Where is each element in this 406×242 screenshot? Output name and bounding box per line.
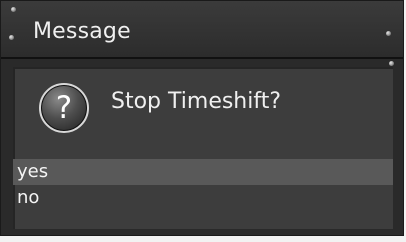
option-list: yes no (13, 159, 393, 211)
screw-icon (389, 61, 394, 66)
dialog-titlebar: Message (1, 1, 403, 59)
dialog-message: Stop Timeshift? (111, 89, 282, 114)
option-yes[interactable]: yes (13, 159, 393, 185)
screw-icon (9, 35, 14, 40)
option-no[interactable]: no (13, 185, 393, 211)
screw-icon (11, 7, 16, 12)
dialog-title: Message (33, 19, 131, 44)
dialog-content: ? Stop Timeshift? yes no (13, 67, 393, 229)
screw-icon (386, 31, 391, 36)
question-icon: ? (39, 83, 89, 133)
message-dialog: Message ? Stop Timeshift? yes no (0, 0, 404, 236)
